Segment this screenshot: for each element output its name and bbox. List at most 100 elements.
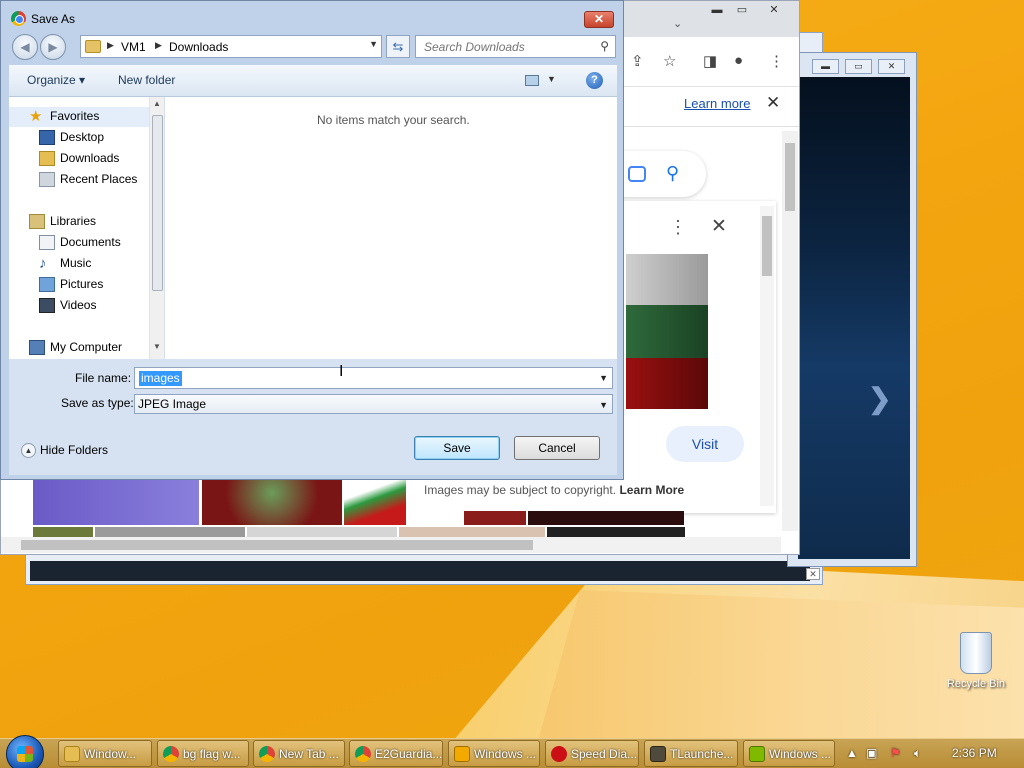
preview-close-icon[interactable]: ✕ xyxy=(711,215,727,238)
taskbar-item-tlauncher[interactable]: TLaunche... xyxy=(644,740,738,767)
breadcrumb-chevron-icon[interactable]: ▶ xyxy=(107,40,114,51)
image-result[interactable] xyxy=(95,527,245,537)
taskbar-item-windows[interactable]: Windows ... xyxy=(743,740,835,767)
maximize-button[interactable]: ▭ xyxy=(845,59,872,74)
dialog-title: Save As xyxy=(31,12,76,26)
breadcrumb-chevron-icon[interactable]: ▶ xyxy=(155,40,162,51)
video-window[interactable]: ▬ ▭ ✕ ❯ xyxy=(787,52,917,567)
recycle-bin-desktop-icon[interactable]: Recycle Bin xyxy=(944,632,1008,690)
scroll-down-arrow-icon[interactable]: ▼ xyxy=(153,342,161,351)
more-options-icon[interactable]: ⋮ xyxy=(669,217,687,238)
search-icon[interactable]: ⚲ xyxy=(666,163,679,184)
address-bar[interactable]: ▶ VM1 ▶ Downloads ▼ xyxy=(80,35,382,58)
image-result[interactable] xyxy=(464,511,526,525)
profile-icon[interactable]: ● xyxy=(734,52,743,69)
image-result[interactable] xyxy=(399,527,545,537)
help-button[interactable]: ? xyxy=(586,72,603,89)
taskbar-item-media-player[interactable]: Windows ... xyxy=(448,740,540,767)
bookmark-star-icon[interactable]: ☆ xyxy=(663,52,676,70)
lens-camera-icon[interactable] xyxy=(628,166,646,182)
dialog-title-bar[interactable]: Save As ✕ xyxy=(1,1,623,31)
folder-icon xyxy=(85,40,101,53)
minimize-button[interactable]: ▬ xyxy=(812,59,839,74)
recycle-bin-label: Recycle Bin xyxy=(946,678,1006,690)
collapse-arrow-icon: ▲ xyxy=(21,443,36,459)
image-result[interactable] xyxy=(247,527,397,537)
forward-button[interactable]: ▶ xyxy=(40,34,66,60)
file-name-value[interactable]: images xyxy=(139,371,182,386)
taskbar-clock[interactable]: 2:36 PM xyxy=(952,746,997,760)
organize-button[interactable]: Organize ▾ xyxy=(27,73,85,87)
video-screen[interactable]: ❯ xyxy=(798,77,910,559)
nav-pane-scrollbar[interactable]: ▲ ▼ xyxy=(149,97,164,359)
cancel-button[interactable]: Cancel xyxy=(514,436,600,460)
file-name-field[interactable]: images ▼ xyxy=(134,367,613,389)
chrome-icon xyxy=(355,746,371,762)
new-folder-button[interactable]: New folder xyxy=(118,73,175,87)
tab-search-chevron-icon[interactable]: ⌄ xyxy=(673,17,682,30)
panel-scrollbar[interactable] xyxy=(760,206,774,506)
volume-icon[interactable]: 🔈︎ xyxy=(914,746,921,761)
action-center-flag-icon[interactable]: ⚑ xyxy=(890,746,901,760)
copyright-learn-more-link[interactable]: Learn More xyxy=(619,483,684,497)
start-button[interactable] xyxy=(6,735,44,768)
next-arrow-icon[interactable]: ❯ xyxy=(868,382,891,415)
learn-more-link[interactable]: Learn more xyxy=(684,96,750,111)
search-input[interactable] xyxy=(416,36,594,57)
nav-item-label: Pictures xyxy=(60,277,104,291)
file-name-dropdown-icon[interactable]: ▼ xyxy=(599,373,608,383)
dialog-nav-bar: ◀ ▶ ▶ VM1 ▶ Downloads ▼ ⇆ ⚲ xyxy=(10,32,616,62)
save-as-type-dropdown-icon[interactable]: ▼ xyxy=(599,400,608,410)
file-name-label: File name: xyxy=(75,371,132,385)
nav-item-label: Music xyxy=(60,256,92,270)
scroll-up-arrow-icon[interactable]: ▲ xyxy=(153,99,161,108)
breadcrumb-downloads[interactable]: Downloads xyxy=(169,40,228,54)
save-button[interactable]: Save xyxy=(414,436,500,460)
taskbar-item-opera-speed-dial[interactable]: Speed Dia... xyxy=(545,740,639,767)
back-button[interactable]: ◀ xyxy=(12,34,38,60)
visit-button[interactable]: Visit xyxy=(666,426,744,462)
chrome-icon xyxy=(259,746,275,762)
address-dropdown-icon[interactable]: ▼ xyxy=(369,39,378,49)
change-view-icon[interactable] xyxy=(525,75,539,86)
taskbar-item-explorer[interactable]: Window... xyxy=(58,740,152,767)
taskbar-item-e2guardian[interactable]: E2Guardia... xyxy=(349,740,443,767)
scroll-thumb[interactable] xyxy=(152,115,163,291)
save-as-type-label: Save as type: xyxy=(61,396,134,410)
page-scrollbar[interactable] xyxy=(782,131,798,531)
hide-folders-button[interactable]: ▲ Hide Folders xyxy=(21,443,108,459)
side-panel-icon[interactable]: ◨ xyxy=(703,52,717,70)
nav-item-my-computer[interactable]: My Computer xyxy=(29,338,169,358)
image-result[interactable] xyxy=(33,479,199,525)
view-options-dropdown-icon[interactable]: ▼ xyxy=(547,74,556,84)
dialog-close-button[interactable]: ✕ xyxy=(584,11,614,28)
nav-item-label: My Computer xyxy=(50,340,123,354)
taskbar-item-chrome-bg-flag[interactable]: bg flag w... xyxy=(157,740,249,767)
image-result[interactable] xyxy=(344,479,406,525)
search-icon[interactable]: ⚲ xyxy=(600,39,609,53)
browser-close-button[interactable]: ✕ xyxy=(761,3,787,19)
horizontal-scrollbar[interactable] xyxy=(1,537,781,553)
image-result[interactable] xyxy=(202,479,342,525)
search-box[interactable]: ⚲ xyxy=(415,35,616,58)
refresh-button[interactable]: ⇆ xyxy=(386,35,410,58)
nav-item-libraries[interactable]: Libraries xyxy=(29,212,169,232)
breadcrumb-vm1[interactable]: VM1 xyxy=(121,40,146,54)
save-as-type-select[interactable]: JPEG Image ▼ xyxy=(134,394,613,414)
info-bar-close-icon[interactable]: ✕ xyxy=(766,93,780,113)
close-button[interactable]: ✕ xyxy=(878,59,905,74)
background-window-close-button[interactable]: ✕ xyxy=(806,568,820,580)
show-hidden-icons-arrow-icon[interactable]: ▲ xyxy=(846,746,858,760)
taskbar-item-chrome-new-tab[interactable]: New Tab ... xyxy=(253,740,345,767)
image-result[interactable] xyxy=(547,527,685,537)
menu-kebab-icon[interactable]: ⋮ xyxy=(769,52,784,70)
nav-item-favorites[interactable]: ★ Favorites xyxy=(9,107,149,127)
image-result[interactable] xyxy=(528,511,684,525)
share-icon[interactable]: ⇪ xyxy=(631,52,644,70)
network-icon[interactable]: ▣ xyxy=(866,746,877,760)
image-result[interactable] xyxy=(33,527,93,537)
recycle-bin-icon xyxy=(960,632,992,674)
preview-image[interactable] xyxy=(626,254,708,409)
browser-minimize-button[interactable]: ▬ xyxy=(704,3,730,19)
browser-maximize-button[interactable]: ▭ xyxy=(729,3,755,19)
